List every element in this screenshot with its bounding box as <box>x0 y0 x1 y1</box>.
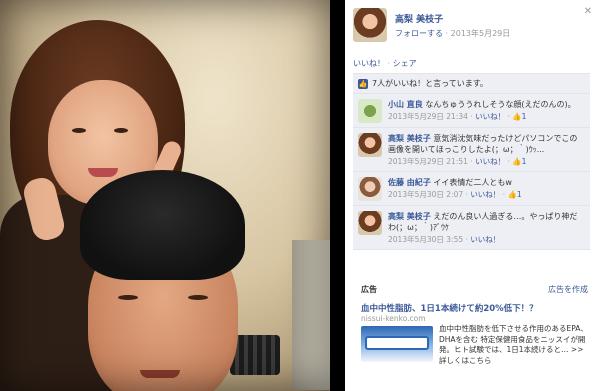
close-icon[interactable]: ✕ <box>584 6 592 17</box>
comment: 高梨 美枝子 意気消沈気味だったけどパソコンでこの画像を開いてほっこりしたよ(；… <box>353 128 590 172</box>
ad-image[interactable] <box>361 326 433 362</box>
owner-header: 高梨 美枝子 フォローする · 2013年5月29日 <box>353 8 590 42</box>
comment-separator: · <box>470 157 473 166</box>
comment: 高梨 美枝子 えだのん良い人過ぎる…。やっぱり神だわ(；ω；｀)ｱﾞｳｹ 201… <box>353 206 590 250</box>
commenter-name[interactable]: 高梨 美枝子 <box>388 134 431 143</box>
thumbs-up-icon: 👍 <box>507 190 517 199</box>
comment-like-count[interactable]: 👍1 <box>512 157 526 166</box>
thumbs-up-icon: 👍 <box>512 112 522 121</box>
post-date[interactable]: 2013年5月29日 <box>451 29 511 38</box>
comment-like-number: 1 <box>521 157 527 166</box>
comment-like-link[interactable]: いいね！ <box>470 190 500 199</box>
post-actions: いいね！ · シェア <box>353 58 590 69</box>
owner-name[interactable]: 高梨 美枝子 <box>395 12 510 25</box>
owner-avatar[interactable] <box>353 8 387 42</box>
photo[interactable] <box>0 0 330 391</box>
follow-link[interactable]: フォローする <box>395 29 443 38</box>
comment-like-link[interactable]: いいね！ <box>475 112 505 121</box>
comment-text: なんちゅううれしそうな顔(えだのんの)。 <box>425 100 576 109</box>
comment: 小山 直良 なんちゅううれしそうな顔(えだのんの)。 2013年5月29日 21… <box>353 94 590 128</box>
comment-time[interactable]: 2013年5月30日 2:07 <box>388 190 463 199</box>
comment-separator: · <box>465 235 468 244</box>
comment-like-count[interactable]: 👍1 <box>507 190 521 199</box>
commenter-name[interactable]: 佐藤 由紀子 <box>388 178 431 187</box>
comment-like-number: 1 <box>521 112 527 121</box>
actions-separator: · <box>387 59 391 68</box>
comment-time[interactable]: 2013年5月30日 3:55 <box>388 235 463 244</box>
comment-separator: · <box>507 157 510 166</box>
comment-like-link[interactable]: いいね！ <box>470 235 500 244</box>
comment-separator: · <box>465 190 468 199</box>
comment-separator: · <box>502 190 506 199</box>
ad-image-label <box>365 336 429 350</box>
ad-text: 血中中性脂肪を低下させる作用のあるEPA、DHAを含む 特定保健用食品をニッスイ… <box>439 324 588 365</box>
commenter-avatar[interactable] <box>358 99 382 123</box>
meta-separator: · <box>445 29 449 38</box>
likes-summary-row: 👍 7人がいいね！と言っています。 <box>353 74 590 94</box>
ad-title[interactable]: 血中中性脂肪、1日1本続けて約20%低下！？ <box>361 302 538 314</box>
thumbs-up-icon: 👍 <box>512 157 522 166</box>
comment: 佐藤 由紀子 イイ表情だ二人ともw 2013年5月30日 2:07 · いいね！… <box>353 172 590 206</box>
commenter-avatar[interactable] <box>358 211 382 235</box>
commenter-avatar[interactable] <box>358 133 382 157</box>
feedback-box: 👍 7人がいいね！と言っています。 小山 直良 なんちゅううれしそうな顔(えだの… <box>353 73 590 250</box>
comment-separator: · <box>470 112 473 121</box>
commenter-name[interactable]: 小山 直良 <box>388 100 423 109</box>
ad-domain: nissui-kenko.com <box>361 314 426 323</box>
share-link[interactable]: シェア <box>393 59 417 68</box>
comment-time[interactable]: 2013年5月29日 21:34 <box>388 112 468 121</box>
like-link[interactable]: いいね！ <box>353 59 385 68</box>
likes-summary[interactable]: 7人がいいね！と言っています。 <box>372 78 488 89</box>
photo-vignette <box>0 0 330 391</box>
commenter-avatar[interactable] <box>358 177 382 201</box>
photo-stage <box>0 0 345 391</box>
thumbs-up-icon: 👍 <box>358 78 368 89</box>
comment-like-link[interactable]: いいね！ <box>475 157 505 166</box>
comment-like-number: 1 <box>516 190 522 199</box>
comment-text: イイ表情だ二人ともw <box>433 178 512 187</box>
ad-label: 広告 <box>361 285 377 294</box>
comment-like-count[interactable]: 👍1 <box>512 112 526 121</box>
commenter-name[interactable]: 高梨 美枝子 <box>388 212 431 221</box>
create-ad-link[interactable]: 広告を作成 <box>548 284 588 295</box>
comment-separator: · <box>507 112 510 121</box>
comment-time[interactable]: 2013年5月29日 21:51 <box>388 157 468 166</box>
ad-header: 広告 広告を作成 <box>361 284 588 295</box>
